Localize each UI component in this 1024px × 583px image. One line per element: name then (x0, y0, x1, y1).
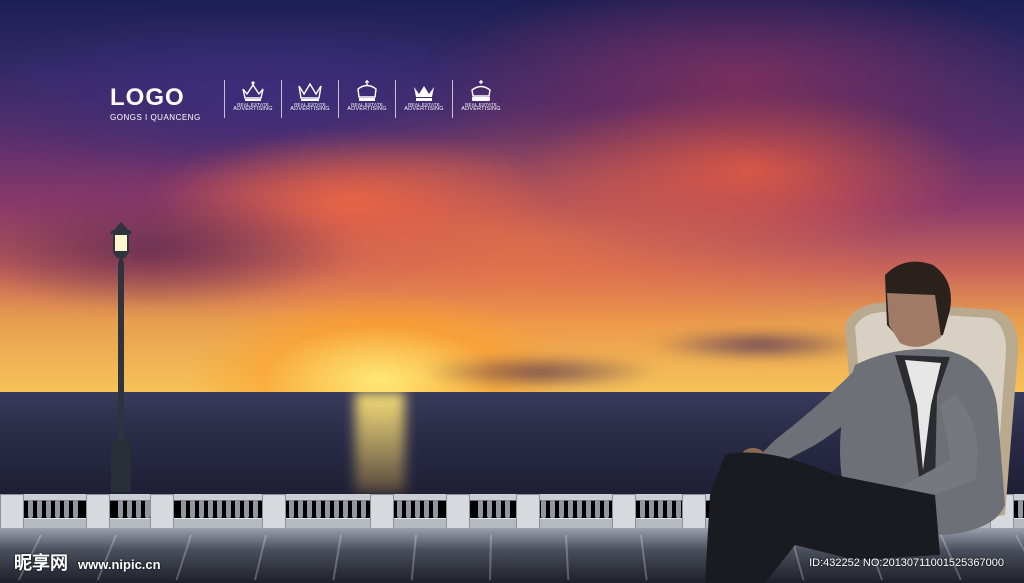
balustrade-pillar (86, 494, 110, 530)
baluster (487, 500, 492, 518)
baluster (397, 500, 402, 518)
baluster (199, 500, 204, 518)
baluster (496, 500, 501, 518)
balustrade-pillar (446, 494, 470, 530)
baluster (559, 500, 564, 518)
baluster (127, 500, 132, 518)
baluster (343, 500, 348, 518)
watermark-brand-name: 昵享网 (14, 553, 68, 573)
baluster (541, 500, 546, 518)
badge-item: REAL ESTATE ADVERTISING (281, 80, 338, 118)
baluster (595, 500, 600, 518)
crown-icon (298, 82, 322, 101)
baluster (307, 500, 312, 518)
balustrade-pillar (682, 494, 706, 530)
baluster (217, 500, 222, 518)
baluster (658, 500, 663, 518)
baluster (37, 500, 42, 518)
baluster (640, 500, 645, 518)
badge-row: REAL ESTATE ADVERTISING REAL ESTATE ADVE… (224, 80, 509, 118)
badge-item: REAL ESTATE ADVERTISING (452, 80, 509, 118)
baluster (604, 500, 609, 518)
crown-icon (414, 86, 434, 101)
logo-subtitle: GONGS I QUANCENG (110, 113, 201, 122)
baluster (289, 500, 294, 518)
balustrade-pillar (516, 494, 540, 530)
street-lamp-icon (110, 222, 132, 264)
sun-reflection (355, 392, 405, 492)
badge-item: REAL ESTATE ADVERTISING (395, 80, 452, 118)
baluster (73, 500, 78, 518)
balustrade-pillar (370, 494, 394, 530)
badge-item: REAL ESTATE ADVERTISING (224, 80, 281, 118)
baluster (235, 500, 240, 518)
cloud (520, 90, 980, 250)
logo-title: LOGO (110, 84, 185, 111)
baluster (586, 500, 591, 518)
badge-line2: ADVERTISING (233, 106, 273, 112)
badge-line2: ADVERTISING (290, 106, 330, 112)
crown-icon (357, 80, 377, 101)
baluster (550, 500, 555, 518)
watermark-brand: 昵享网 www.nipic.cn (14, 549, 161, 575)
crown-icon (242, 81, 264, 101)
baluster (118, 500, 123, 518)
balustrade-pillar (0, 494, 24, 530)
baluster (424, 500, 429, 518)
baluster (352, 500, 357, 518)
balustrade-pillar (150, 494, 174, 530)
badge-line2: ADVERTISING (404, 106, 444, 112)
badge-item: REAL ESTATE ADVERTISING (338, 80, 395, 118)
baluster (676, 500, 681, 518)
baluster (649, 500, 654, 518)
baluster (478, 500, 483, 518)
brand-logo: LOGO GONGS I QUANCENG (110, 84, 201, 123)
baluster (406, 500, 411, 518)
seated-man (705, 261, 1019, 583)
baluster (181, 500, 186, 518)
badge-line2: ADVERTISING (461, 106, 501, 112)
baluster (433, 500, 438, 518)
watermark-url: www.nipic.cn (78, 557, 161, 572)
baluster (244, 500, 249, 518)
baluster (361, 500, 366, 518)
watermark-id: ID:432252 NO:20130711001525367000 (809, 557, 1004, 569)
balustrade-pillar (262, 494, 286, 530)
baluster (55, 500, 60, 518)
baluster (577, 500, 582, 518)
baluster (64, 500, 69, 518)
lamp-base (111, 440, 131, 492)
baluster (208, 500, 213, 518)
badge-line2: ADVERTISING (347, 106, 387, 112)
baluster (136, 500, 141, 518)
baluster (46, 500, 51, 518)
baluster (253, 500, 258, 518)
baluster (334, 500, 339, 518)
baluster (298, 500, 303, 518)
poster: LOGO GONGS I QUANCENG REAL ESTATE ADVERT… (0, 0, 1024, 583)
baluster (505, 500, 510, 518)
baluster (226, 500, 231, 518)
baluster (316, 500, 321, 518)
cloud (420, 355, 660, 389)
baluster (667, 500, 672, 518)
baluster (568, 500, 573, 518)
crown-icon (471, 80, 491, 101)
baluster (145, 500, 150, 518)
baluster (325, 500, 330, 518)
baluster (190, 500, 195, 518)
balustrade-pillar (612, 494, 636, 530)
baluster (28, 500, 33, 518)
baluster (415, 500, 420, 518)
